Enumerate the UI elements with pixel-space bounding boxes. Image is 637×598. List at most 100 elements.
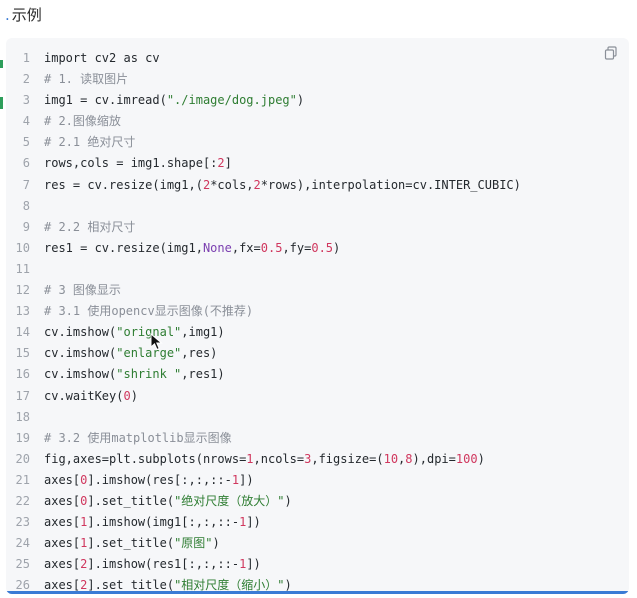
code-text: # 3 图像显示 [44, 280, 121, 301]
code-text: import cv2 as cv [44, 48, 160, 69]
line-number: 17 [15, 388, 30, 403]
line-number: 1 [22, 51, 30, 65]
code-text: img1 = cv.imread("./image/dog.jpeg") [44, 90, 304, 111]
code-text: # 2.图像缩放 [44, 111, 121, 132]
code-text: cv.waitKey(0) [44, 386, 138, 407]
code-token: ) [477, 451, 485, 466]
code-token: axes[ [44, 472, 81, 487]
line-number: 7 [22, 177, 30, 192]
code-token: ,img1) [181, 325, 225, 340]
code-token: 10 [383, 451, 399, 466]
code-token: *rows),interpolation=cv.INTER_CUBIC) [260, 177, 521, 192]
code-token: res1 = cv.resize(img1, [44, 240, 203, 255]
code-token: ,figsize=( [311, 451, 384, 466]
code-line: 14 cv.imshow("orignal",img1) [6, 322, 629, 343]
code-token: ) [284, 493, 292, 508]
code-token: ,ncols= [253, 451, 305, 466]
line-number: 22 [15, 493, 30, 508]
code-token: ) [333, 240, 341, 255]
code-text: # 1. 读取图片 [44, 69, 128, 90]
code-token: ,res) [181, 346, 218, 361]
line-number: 18 [15, 409, 30, 424]
line-number: 16 [15, 367, 30, 382]
code-token: 0 [123, 388, 131, 403]
code-line: 6 rows,cols = img1.shape[:2] [6, 153, 629, 174]
code-line: 1 import cv2 as cv [6, 48, 629, 69]
code-line: 25 axes[2].imshow(res1[:,:,::-1]) [6, 554, 629, 575]
code-token: cv.imshow( [44, 346, 117, 361]
code-line: 22 axes[0].set_title("绝对尺度（放大）") [6, 491, 629, 512]
line-number: 15 [15, 346, 30, 361]
code-token: ] [224, 156, 232, 171]
code-token: 1 [246, 451, 254, 466]
code-token: ) [212, 536, 220, 551]
code-text: rows,cols = img1.shape[:2] [44, 153, 232, 174]
code-token: fig,axes=plt.subplots(nrows= [44, 451, 247, 466]
code-line: 5 # 2.1 绝对尺寸 [6, 132, 629, 153]
code-token: # 3 图像显示 [44, 283, 121, 298]
code-line: 10 res1 = cv.resize(img1,None,fx=0.5,fy=0… [6, 238, 629, 259]
code-line: 7 res = cv.resize(img1,(2*cols,2*rows),in… [6, 175, 629, 196]
code-text: res = cv.resize(img1,(2*cols,2*rows),int… [44, 175, 521, 196]
code-token: cv.imshow( [44, 367, 117, 382]
code-block[interactable]: 1 import cv2 as cv 2 # 1. 读取图片 3 img1 = cv.im… [6, 38, 629, 594]
line-number: 20 [15, 451, 30, 466]
line-number: 5 [22, 135, 30, 150]
code-line: 9 # 2.2 相对尺寸 [6, 217, 629, 238]
code-lines: 1 import cv2 as cv 2 # 1. 读取图片 3 img1 = cv.im… [6, 48, 629, 594]
code-text: fig,axes=plt.subplots(nrows=1,ncols=3,fi… [44, 449, 485, 470]
code-token: # 2.1 绝对尺寸 [44, 135, 136, 150]
code-token: import cv2 as cv [44, 51, 160, 65]
code-token: "orignal" [116, 325, 182, 340]
code-token: 2 [217, 156, 225, 171]
code-token: ].imshow(img1[:,:,::- [87, 515, 240, 530]
code-line: 4 # 2.图像缩放 [6, 111, 629, 132]
gutter-marker [0, 97, 3, 109]
code-text: axes[0].imshow(res[:,:,::-1]) [44, 470, 254, 491]
code-token: ),dpi= [412, 451, 456, 466]
code-text: cv.imshow("shrink ",res1) [44, 364, 225, 385]
code-token: cv.waitKey( [44, 388, 124, 403]
code-line: 11 [6, 259, 629, 280]
code-text: axes[2].imshow(res1[:,:,::-1]) [44, 554, 261, 575]
code-text: cv.imshow("enlarge",res) [44, 343, 217, 364]
code-token: # 2.2 相对尺寸 [44, 219, 136, 234]
gutter-marker [0, 60, 3, 68]
line-number: 21 [15, 472, 30, 487]
code-line: 15 cv.imshow("enlarge",res) [6, 343, 629, 364]
code-token: 1 [231, 472, 240, 487]
line-number: 25 [15, 557, 30, 572]
code-token: ,fx= [231, 240, 261, 255]
code-text: # 2.1 绝对尺寸 [44, 132, 135, 153]
code-line: 24 axes[1].set_title("原图") [6, 533, 629, 554]
code-token: # 3.2 使用matplotlib显示图像 [44, 430, 232, 445]
code-token: "enlarge" [116, 346, 182, 361]
code-token: 100 [455, 451, 478, 466]
heading-title: 示例 [11, 6, 42, 24]
code-token: ]) [246, 557, 261, 572]
code-token: "绝对尺度（放大）" [174, 493, 285, 508]
code-text: # 3.2 使用matplotlib显示图像 [44, 428, 232, 449]
code-token: # 3.1 使用opencv显示图像(不推荐) [44, 304, 254, 319]
code-token: ,res1) [181, 367, 225, 382]
code-token: img1 = cv.imread( [44, 93, 167, 108]
line-number: 13 [15, 304, 30, 319]
line-number: 8 [22, 198, 30, 213]
code-text: axes[1].set_title("原图") [44, 533, 220, 554]
code-token: ) [130, 388, 138, 403]
line-number: 6 [22, 156, 30, 171]
code-token: ]) [246, 515, 261, 530]
code-token: "./image/dog.jpeg" [166, 93, 297, 108]
code-token: *cols, [210, 177, 254, 192]
code-token: 2 [253, 177, 261, 192]
code-text: # 2.2 相对尺寸 [44, 217, 135, 238]
code-token: 0.5 [260, 240, 283, 255]
code-line: 13 # 3.1 使用opencv显示图像(不推荐) [6, 301, 629, 322]
code-token: res = cv.resize(img1,( [44, 177, 203, 192]
code-text: cv.imshow("orignal",img1) [44, 322, 225, 343]
code-text: axes[0].set_title("绝对尺度（放大）") [44, 491, 292, 512]
line-number: 14 [15, 325, 30, 340]
line-number: 4 [22, 114, 30, 129]
line-number: 10 [15, 240, 30, 255]
code-token: # 2.图像缩放 [44, 114, 121, 129]
